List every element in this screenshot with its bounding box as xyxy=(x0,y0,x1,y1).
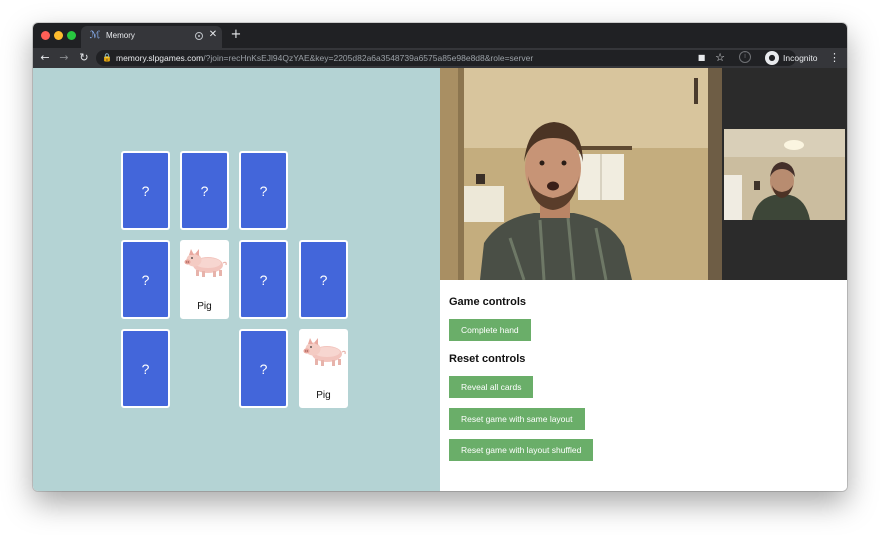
tab-close-icon[interactable]: ✕ xyxy=(208,29,218,41)
card[interactable]: ? xyxy=(299,240,348,319)
card[interactable]: ? xyxy=(239,151,288,230)
incognito-profile-button[interactable]: ● Incognito xyxy=(763,50,823,66)
card-face: ? xyxy=(141,182,150,199)
address-bar[interactable]: 🔒 memory.slpgames.com/?join=recHnKsEJl94… xyxy=(96,50,796,66)
card-face: ? xyxy=(319,271,328,288)
card[interactable]: ? xyxy=(121,240,170,319)
close-window-button[interactable] xyxy=(41,31,50,40)
bookmark-star-icon[interactable]: ☆ xyxy=(714,52,726,64)
card[interactable]: ? xyxy=(239,240,288,319)
self-video xyxy=(724,129,845,220)
self-video-frame xyxy=(724,129,845,220)
video-call-panel xyxy=(440,68,847,280)
tab-title: Memory xyxy=(106,31,135,40)
card-revealed[interactable]: Pig xyxy=(180,240,229,319)
tab-bar: ℳ Memory ✕ + xyxy=(33,23,847,48)
reveal-all-cards-button[interactable]: Reveal all cards xyxy=(449,376,534,398)
card-label: Pig xyxy=(197,301,212,312)
new-tab-icon[interactable]: + xyxy=(229,28,243,42)
incognito-label: Incognito xyxy=(783,53,818,63)
card-face: ? xyxy=(141,271,150,288)
remote-video-frame xyxy=(440,68,722,280)
controls-panel: Game controls Complete hand Reset contro… xyxy=(440,280,847,491)
browser-toolbar: ← → ↻ 🔒 memory.slpgames.com/?join=recHnK… xyxy=(33,48,847,68)
card[interactable]: ? xyxy=(180,151,229,230)
game-board: ? ? ? ? Pig ? ? ? ? Pig xyxy=(33,68,440,491)
game-controls-heading: Game controls xyxy=(449,296,527,308)
card-face: ? xyxy=(259,182,268,199)
card-face: ? xyxy=(141,360,150,377)
forward-arrow-icon[interactable]: → xyxy=(57,51,71,65)
pig-image xyxy=(303,338,346,366)
reset-same-layout-button[interactable]: Reset game with same layout xyxy=(449,408,585,430)
card[interactable]: ? xyxy=(239,329,288,408)
card-face: ? xyxy=(200,182,209,199)
card[interactable]: ? xyxy=(121,151,170,230)
back-arrow-icon[interactable]: ← xyxy=(38,51,52,65)
browser-tab[interactable]: ℳ Memory ✕ xyxy=(81,26,222,48)
url-text[interactable]: memory.slpgames.com/?join=recHnKsEJl94Qz… xyxy=(116,53,533,63)
card-face: ? xyxy=(259,271,268,288)
card-revealed[interactable]: Pig xyxy=(299,329,348,408)
card[interactable]: ? xyxy=(121,329,170,408)
card-label: Pig xyxy=(316,390,331,401)
reset-shuffled-layout-button[interactable]: Reset game with layout shuffled xyxy=(449,439,594,461)
browser-window: ℳ Memory ✕ + ← → ↻ 🔒 memory.slpgames.com… xyxy=(33,23,847,491)
extension-icon[interactable]: i xyxy=(739,51,751,63)
memory-logo-icon: ℳ xyxy=(89,30,101,41)
reload-icon[interactable]: ↻ xyxy=(77,51,91,65)
camera-in-use-icon[interactable]: ■ xyxy=(696,53,707,63)
complete-hand-button[interactable]: Complete hand xyxy=(449,319,531,341)
pig-image xyxy=(184,249,227,277)
reset-controls-heading: Reset controls xyxy=(449,353,526,365)
remote-video xyxy=(440,68,722,280)
url-host: memory.slpgames.com xyxy=(116,53,204,63)
minimize-window-button[interactable] xyxy=(54,31,63,40)
maximize-window-button[interactable] xyxy=(67,31,76,40)
card-face: ? xyxy=(259,360,268,377)
tab-recording-icon xyxy=(195,32,203,40)
incognito-icon: ● xyxy=(765,51,779,65)
kebab-menu-icon[interactable]: ⋮ xyxy=(829,50,840,66)
lock-icon: 🔒 xyxy=(102,53,112,62)
url-path: /?join=recHnKsEJl94QzYAE&key=2205d82a6a3… xyxy=(203,53,534,63)
